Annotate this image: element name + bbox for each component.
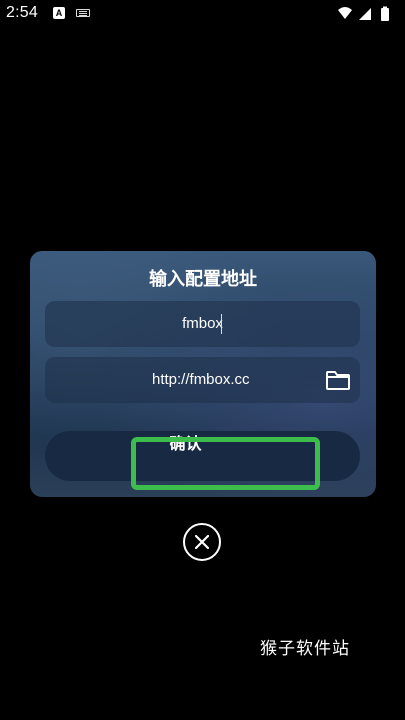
battery-icon: [381, 6, 389, 21]
status-time: 2:54: [6, 4, 38, 21]
url-input-value: http://fmbox.cc: [152, 371, 250, 388]
close-button[interactable]: [183, 523, 221, 561]
watermark: 猴子软件站: [260, 639, 350, 659]
text-cursor: [221, 314, 222, 334]
wifi-icon: [338, 7, 352, 19]
keyboard-icon: [76, 9, 90, 17]
dialog-title: 输入配置地址: [149, 269, 257, 290]
url-input[interactable]: http://fmbox.cc: [45, 357, 360, 403]
status-right-icons: [337, 6, 395, 22]
folder-icon[interactable]: [325, 368, 351, 392]
status-bar: 2:54 A: [0, 0, 405, 28]
name-input-value: fmbox: [182, 315, 223, 332]
close-icon: [195, 535, 209, 549]
notification-a-icon: A: [53, 7, 65, 19]
name-input[interactable]: fmbox: [45, 301, 360, 347]
highlight-box: [131, 437, 320, 490]
signal-icon: [359, 8, 371, 20]
